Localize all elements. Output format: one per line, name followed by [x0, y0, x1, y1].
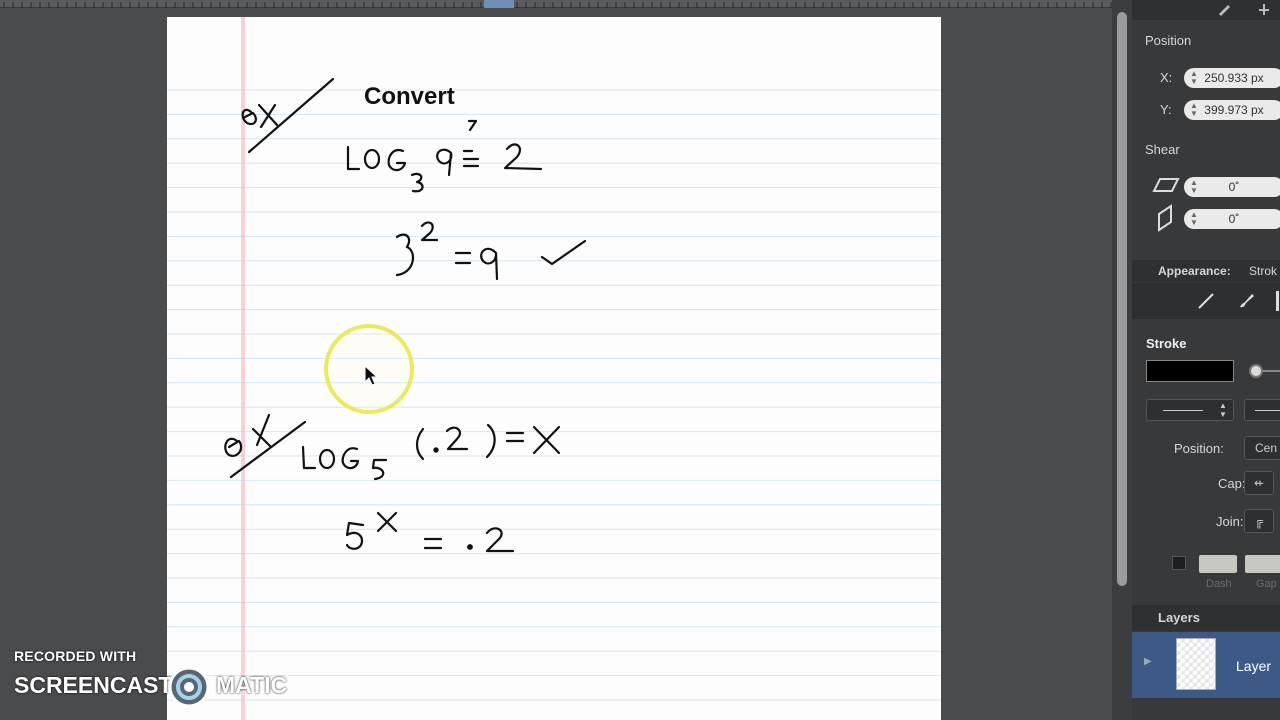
- disclosure-triangle-icon[interactable]: ▶: [1144, 656, 1152, 667]
- stroke-position-label: Position:: [1174, 441, 1224, 456]
- stroke-position-button[interactable]: Cen: [1244, 436, 1280, 460]
- brush-tool-icon[interactable]: [1236, 291, 1256, 311]
- gap-label: Gap: [1256, 578, 1277, 590]
- handwritten-log5-point2-eq-x: [301, 423, 561, 481]
- stroke-style-popup[interactable]: ▲ ▼: [1146, 399, 1234, 421]
- stroke-color-swatch[interactable]: [1146, 360, 1234, 382]
- watermark-screencast: SCREENCAST: [14, 672, 173, 698]
- screencast-logo-icon: [168, 666, 210, 708]
- ruler-position-marker: [484, 0, 514, 8]
- layers-header: Layers: [1132, 605, 1280, 631]
- shear-vertical-icon: [1158, 204, 1172, 232]
- scrollbar-thumb[interactable]: [1117, 12, 1127, 586]
- handwritten-ex-1: [241, 77, 335, 154]
- pencil-icon[interactable]: [1216, 2, 1232, 16]
- vertical-scrollbar[interactable]: [1112, 0, 1132, 720]
- handwriting-layer: [224, 77, 587, 553]
- shear-section-title: Shear: [1145, 142, 1180, 157]
- handwritten-ex-2: [224, 413, 307, 479]
- canvas-area[interactable]: Convert RECORDED WITH SCREENCAST MATIC: [0, 8, 1112, 720]
- line-tool-icon[interactable]: [1196, 291, 1216, 311]
- notebook-page[interactable]: Convert: [167, 17, 941, 720]
- dash-field[interactable]: [1199, 555, 1237, 573]
- appearance-bar: Appearance: Strok: [1132, 260, 1280, 282]
- layer-row[interactable]: ▶ Layer: [1132, 632, 1280, 698]
- appearance-label: Appearance:: [1158, 264, 1231, 278]
- shear-horizontal-value: 0˚: [1228, 180, 1240, 194]
- layer-thumbnail: [1176, 638, 1216, 690]
- stroke-section-title: Stroke: [1146, 336, 1187, 351]
- dash-checkbox[interactable]: [1172, 556, 1186, 570]
- shear-horizontal-field[interactable]: ▲ ▼ 0˚: [1184, 177, 1280, 197]
- handwritten-3-squared-eq-9: [395, 221, 587, 281]
- join-button[interactable]: ╔: [1244, 509, 1274, 533]
- appearance-tool-row: [1132, 283, 1280, 319]
- shear-vertical-field[interactable]: ▲ ▼ 0˚: [1184, 209, 1280, 229]
- screencast-watermark: RECORDED WITH SCREENCAST MATIC: [14, 648, 314, 708]
- y-label: Y:: [1160, 102, 1172, 117]
- stroke-width-slider[interactable]: [1249, 364, 1263, 378]
- watermark-matic: MATIC: [216, 672, 288, 698]
- inspector-toolbar: [1132, 0, 1280, 20]
- stroke-end-line: [1255, 410, 1280, 411]
- cap-button[interactable]: ⇷: [1244, 471, 1274, 495]
- y-position-value: 399.973 px: [1204, 103, 1264, 117]
- stepper-icon[interactable]: ▲ ▼: [1190, 70, 1198, 86]
- dash-label: Dash: [1206, 578, 1232, 590]
- x-position-field[interactable]: ▲ ▼ 250.933 px: [1184, 68, 1280, 88]
- top-ruler: [0, 0, 1112, 8]
- cap-icon: ⇷: [1253, 476, 1265, 490]
- join-label: Join:: [1216, 514, 1244, 529]
- y-position-field[interactable]: ▲ ▼ 399.973 px: [1184, 100, 1280, 120]
- stroke-end-popup[interactable]: [1244, 399, 1280, 421]
- stepper-icon[interactable]: ▲ ▼: [1190, 102, 1198, 118]
- cap-label: Cap:: [1218, 476, 1246, 491]
- x-label: X:: [1160, 70, 1173, 85]
- ruler-ticks: [3, 2, 1112, 8]
- stepper-icon[interactable]: ▲ ▼: [1190, 211, 1198, 227]
- stroke-style-line: [1163, 410, 1203, 411]
- gap-field[interactable]: [1245, 555, 1280, 573]
- tool-divider: [1276, 291, 1279, 311]
- inspector-panel: Position X: ▲ ▼ 250.933 px Y: ▲ ▼ 399.973 …: [1132, 0, 1280, 720]
- stepper-icon[interactable]: ▲ ▼: [1190, 179, 1198, 195]
- handwritten-log3-9-eq-2: [346, 119, 543, 193]
- position-section-title: Position: [1145, 33, 1192, 48]
- shear-vertical-value: 0˚: [1228, 212, 1240, 226]
- cursor-arrow-icon: [364, 365, 379, 386]
- appearance-value: Strok: [1249, 264, 1278, 278]
- watermark-recorded-with: RECORDED WITH: [14, 648, 137, 664]
- join-icon: ╔: [1254, 514, 1264, 528]
- x-position-value: 250.933 px: [1204, 71, 1264, 85]
- layers-title: Layers: [1158, 610, 1200, 625]
- handwritten-5-pow-x-eq-point2: [345, 511, 515, 553]
- plus-icon[interactable]: [1256, 2, 1272, 16]
- layer-name: Layer: [1236, 658, 1272, 674]
- chevron-updown-icon: ▲ ▼: [1219, 401, 1227, 419]
- shear-horizontal-icon: [1152, 178, 1180, 192]
